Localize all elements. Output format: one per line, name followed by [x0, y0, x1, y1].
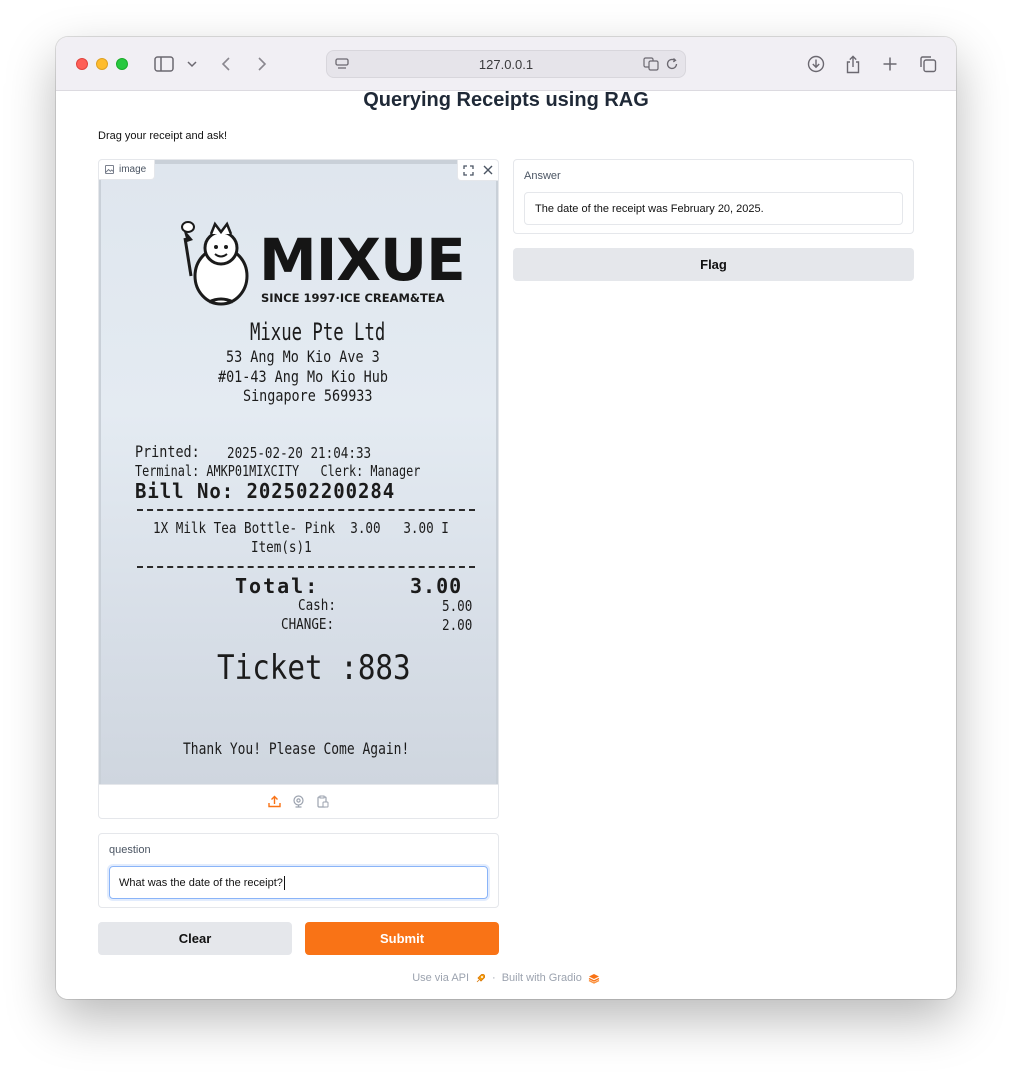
receipt-cash-value: 5.00 [442, 597, 473, 615]
url-text: 127.0.0.1 [478, 57, 534, 72]
receipt-bill-line: Bill No: 202502200284 [135, 479, 396, 503]
receipt-brand: MIXUE [259, 226, 466, 294]
question-label: question [109, 844, 151, 856]
footer-separator: · [492, 972, 496, 984]
tab-overview-icon[interactable] [918, 53, 938, 75]
webcam-source-button[interactable] [291, 794, 307, 810]
clear-image-button[interactable] [478, 160, 498, 180]
webcam-icon [293, 795, 304, 808]
receipt-item-line: 1X Milk Tea Bottle- Pink 3.00 3.00 I [153, 519, 449, 537]
receipt-tagline: SINCE 1997·ICE CREAM&TEA [261, 291, 445, 305]
reload-icon[interactable] [665, 57, 679, 76]
gradio-logo-icon [588, 973, 600, 984]
image-input-panel[interactable]: MIXUE SINCE 1997·ICE CREAM&TEA Mixue Pte… [98, 159, 499, 819]
receipt-divider-2 [137, 566, 475, 568]
receipt-total-value: 3.00 [410, 574, 463, 598]
receipt-thanks: Thank You! Please Come Again! [183, 739, 410, 758]
receipt-cash-label: Cash: [298, 596, 336, 614]
mixue-mascot-logo [181, 221, 249, 306]
flag-button[interactable]: Flag [513, 248, 914, 281]
image-icon [105, 165, 114, 174]
receipt-address-2: #01-43 Ang Mo Kio Hub [218, 367, 388, 386]
question-panel: question What was the date of the receip… [98, 833, 499, 908]
sidebar-toggle-icon[interactable] [152, 53, 176, 75]
footer: Use via API · Built with Gradio [56, 972, 956, 984]
receipt-printed-value: 2025-02-20 21:04:33 [227, 444, 372, 462]
receipt-printed-label: Printed: [135, 442, 200, 461]
close-icon [483, 165, 493, 175]
new-tab-icon[interactable] [880, 53, 900, 75]
receipt-company: Mixue Pte Ltd [250, 318, 386, 346]
receipt-address-1: 53 Ang Mo Kio Ave 3 [226, 347, 380, 366]
receipt-total-label: Total: [235, 574, 320, 598]
rocket-icon [476, 973, 486, 982]
upload-icon [268, 795, 281, 808]
receipt-change-label: CHANGE: [281, 615, 335, 633]
question-input[interactable]: What was the date of the receipt? [109, 866, 488, 899]
answer-label: Answer [524, 170, 561, 182]
address-bar[interactable]: 127.0.0.1 [326, 50, 686, 78]
page-title: Querying Receipts using RAG [363, 89, 649, 111]
browser-window: 127.0.0.1 Querying Receipts using RAG Dr… [56, 37, 956, 999]
image-label-text: image [119, 164, 147, 175]
image-tools [457, 160, 498, 181]
answer-output[interactable]: The date of the receipt was February 20,… [524, 192, 903, 225]
close-window-button[interactable] [76, 58, 88, 70]
image-source-bar [99, 784, 498, 818]
receipt-divider-1 [137, 509, 475, 511]
chevron-down-icon[interactable] [186, 53, 198, 75]
receipt-item-count: Item(s)1 [251, 538, 312, 556]
receipt-terminal-line: Terminal: AMKP01MIXCITY Clerk: Manager [135, 462, 421, 480]
built-with-gradio-link[interactable]: Built with Gradio [502, 972, 582, 984]
clear-button[interactable]: Clear [98, 922, 292, 955]
receipt-address-3: Singapore 569933 [243, 386, 373, 405]
receipt-image: MIXUE SINCE 1997·ICE CREAM&TEA Mixue Pte… [99, 160, 498, 784]
page-description: Drag your receipt and ask! [98, 130, 228, 142]
receipt-ticket: Ticket :883 [217, 648, 411, 688]
forward-icon[interactable] [254, 53, 270, 75]
text-caret [283, 875, 285, 890]
browser-toolbar: 127.0.0.1 [56, 37, 956, 91]
clipboard-source-button[interactable] [315, 794, 331, 810]
translate-icon[interactable] [643, 57, 659, 76]
clipboard-icon [317, 795, 329, 808]
page-content: Querying Receipts using RAG Drag your re… [56, 89, 956, 999]
back-icon[interactable] [218, 53, 234, 75]
fullscreen-icon [462, 164, 474, 176]
receipt-paper: MIXUE SINCE 1997·ICE CREAM&TEA Mixue Pte… [101, 164, 496, 784]
share-icon[interactable] [843, 53, 863, 75]
zoom-window-button[interactable] [116, 58, 128, 70]
submit-button[interactable]: Submit [305, 922, 499, 955]
receipt-change-value: 2.00 [442, 616, 473, 634]
image-label: image [99, 160, 156, 180]
upload-source-button[interactable] [267, 794, 283, 810]
answer-panel: Answer The date of the receipt was Febru… [513, 159, 914, 234]
fullscreen-button[interactable] [458, 160, 478, 180]
use-via-api-link[interactable]: Use via API [412, 972, 469, 984]
question-input-text: What was the date of the receipt? [119, 876, 283, 889]
minimize-window-button[interactable] [96, 58, 108, 70]
downloads-icon[interactable] [806, 53, 826, 75]
